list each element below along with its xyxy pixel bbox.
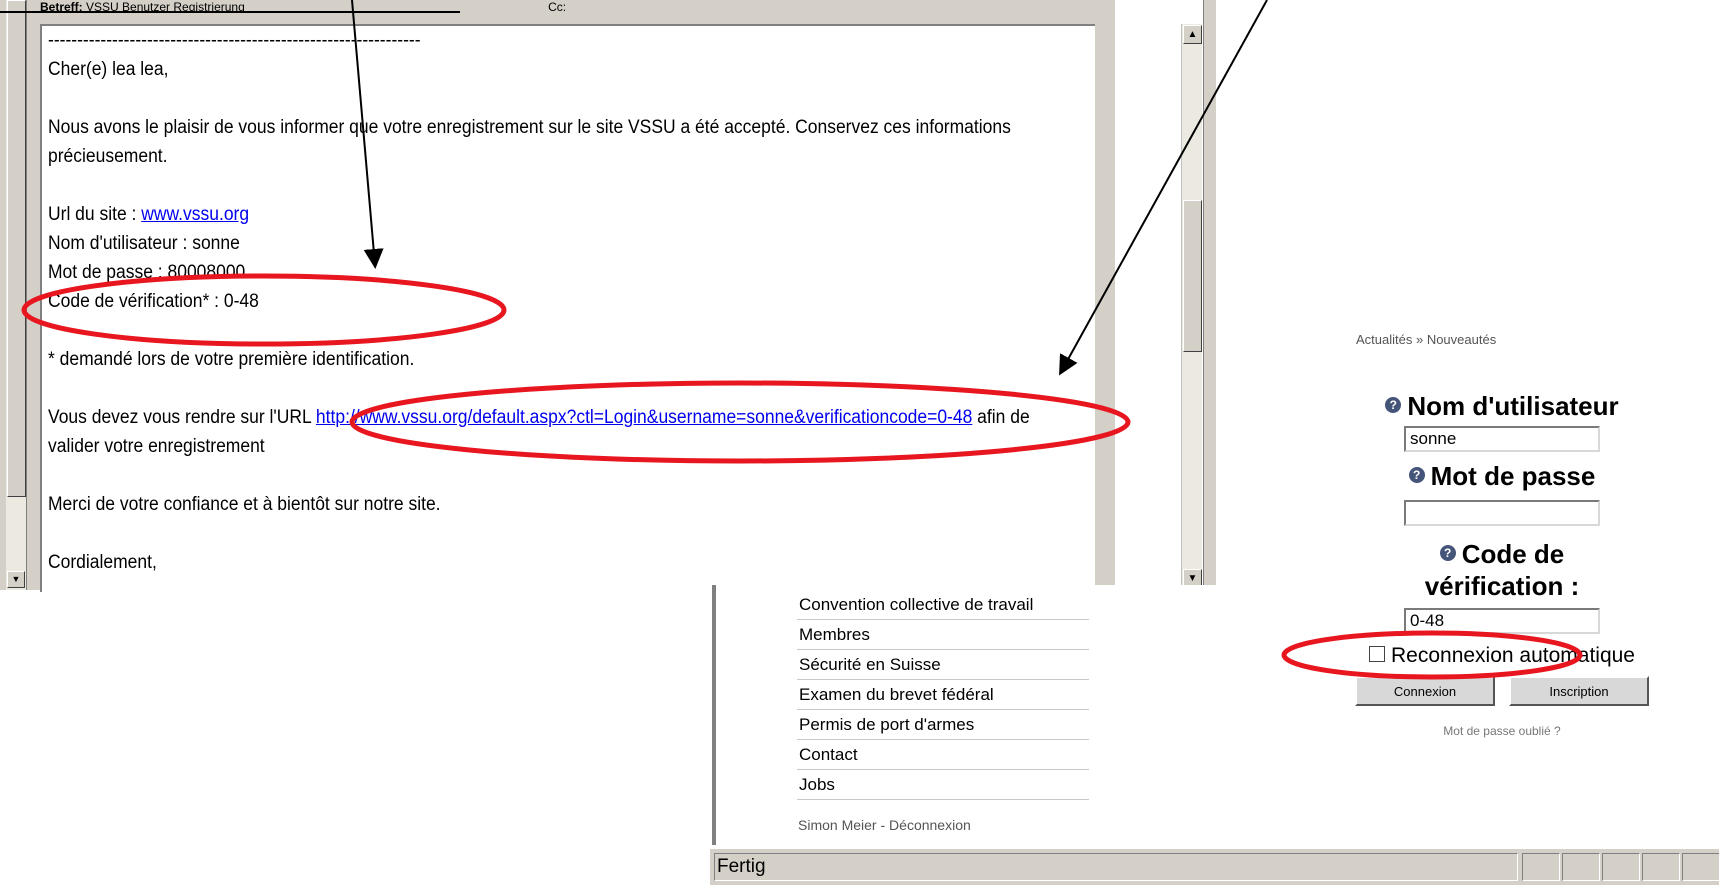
highlight-verification-link (349, 380, 1131, 464)
highlight-code-input (1281, 630, 1583, 680)
highlight-code-line (21, 273, 507, 347)
arrow-to-code-line (351, 0, 384, 269)
arrow-to-verification-link (1059, 0, 1268, 376)
annotation-overlay (0, 0, 1583, 680)
